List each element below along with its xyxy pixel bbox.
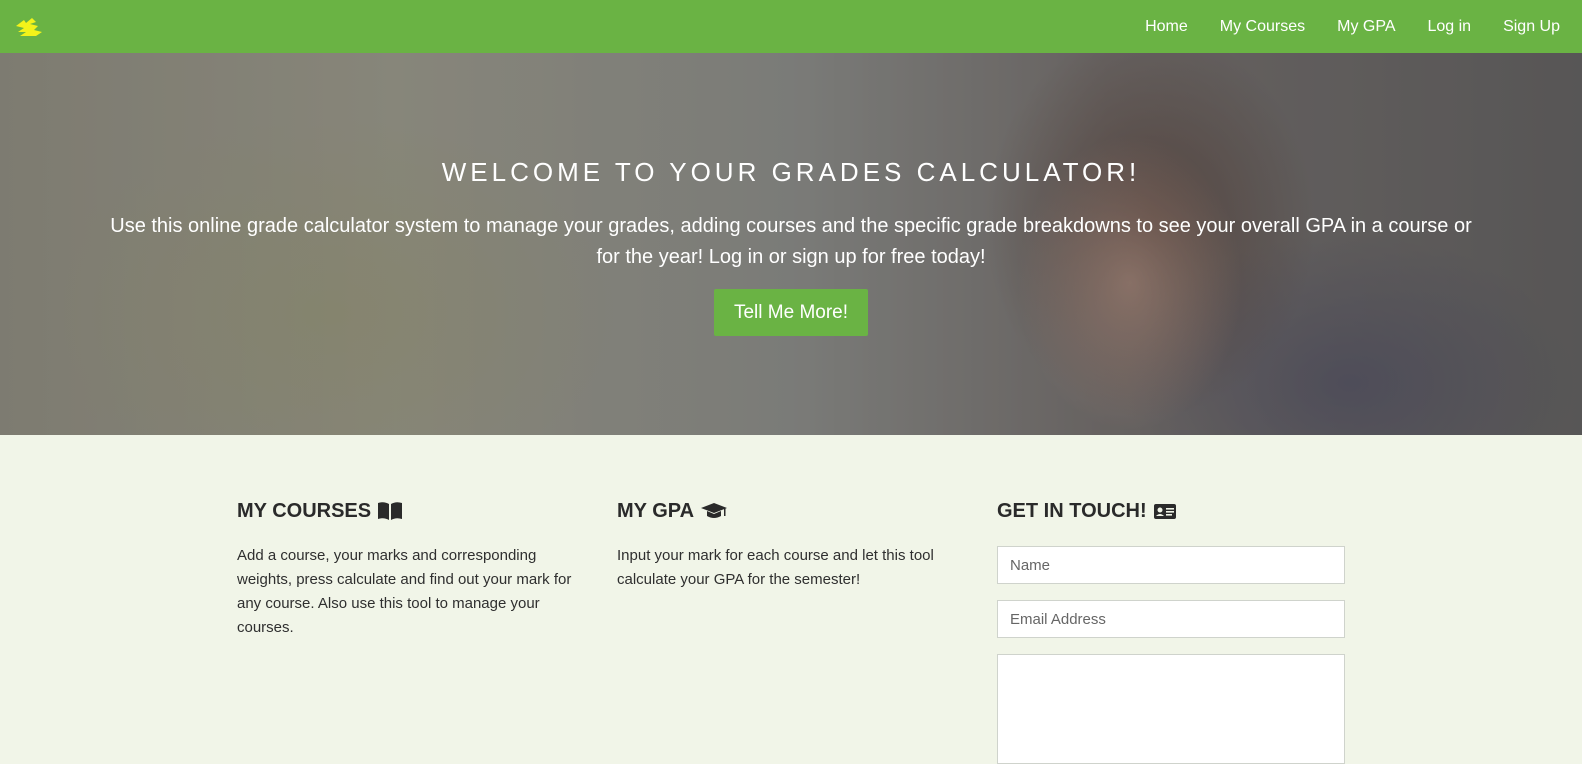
contact-section: GET IN TOUCH! xyxy=(997,498,1345,524)
my-courses-heading: MY COURSES xyxy=(237,498,585,524)
navbar: Home My Courses My GPA Log in Sign Up xyxy=(0,0,1582,53)
nav-link-home[interactable]: Home xyxy=(1145,18,1188,36)
nav-link-log-in[interactable]: Log in xyxy=(1427,18,1471,36)
my-gpa-title: MY GPA xyxy=(617,499,695,522)
hero-banner: WELCOME TO YOUR GRADES CALCULATOR! Use t… xyxy=(0,53,1582,435)
tell-me-more-button[interactable]: Tell Me More! xyxy=(714,289,868,336)
nav-links: Home My Courses My GPA Log in Sign Up xyxy=(1113,0,1560,53)
hero-title: WELCOME TO YOUR GRADES CALCULATOR! xyxy=(441,157,1141,187)
email-field[interactable] xyxy=(997,600,1345,638)
contact-title: GET IN TOUCH! xyxy=(997,499,1147,522)
nav-link-sign-up[interactable]: Sign Up xyxy=(1503,18,1560,36)
nav-link-my-gpa[interactable]: My GPA xyxy=(1337,18,1395,36)
my-courses-title: MY COURSES xyxy=(237,499,372,522)
my-gpa-section: MY GPA Input your mark for each course a… xyxy=(617,498,965,592)
contact-heading: GET IN TOUCH! xyxy=(997,498,1345,524)
graduation-cap-icon xyxy=(701,503,728,518)
my-courses-section: MY COURSES Add a course, your marks and … xyxy=(237,498,585,640)
bird-logo-icon[interactable] xyxy=(14,12,44,40)
open-book-icon xyxy=(378,502,403,520)
my-gpa-heading: MY GPA xyxy=(617,498,965,524)
name-field[interactable] xyxy=(997,546,1345,584)
nav-link-my-courses[interactable]: My Courses xyxy=(1220,18,1305,36)
contact-card-icon xyxy=(1153,504,1176,519)
hero-description: Use this online grade calculator system … xyxy=(110,215,1472,268)
my-courses-text: Add a course, your marks and correspondi… xyxy=(237,547,572,636)
my-gpa-text: Input your mark for each course and let … xyxy=(617,547,934,588)
message-field[interactable] xyxy=(997,654,1345,764)
